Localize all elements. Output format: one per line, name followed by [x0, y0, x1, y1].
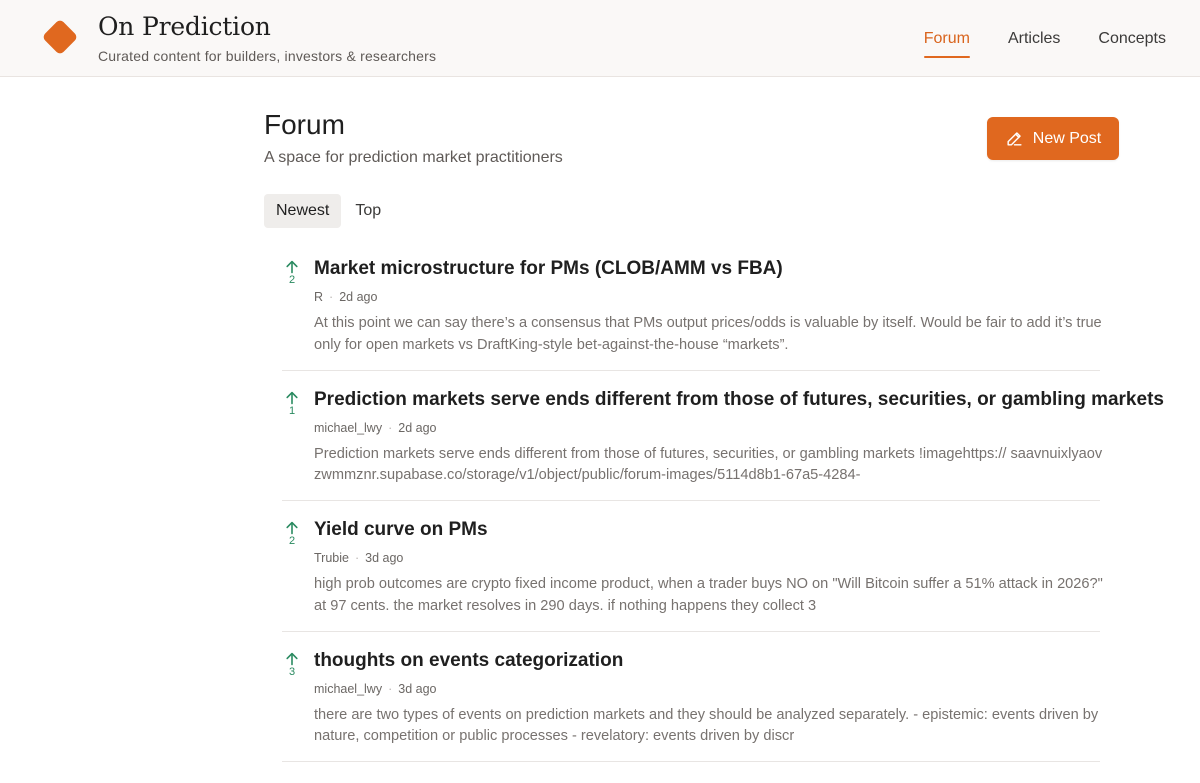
site-header: On Prediction Curated content for builde… — [0, 0, 1200, 77]
post-excerpt: there are two types of events on predict… — [314, 706, 1099, 745]
post-excerpt: Prediction markets serve ends different … — [314, 445, 1103, 484]
tab-top[interactable]: Top — [343, 194, 393, 228]
upvote-button[interactable]: 2 — [282, 260, 302, 287]
post-time: 2d ago — [339, 290, 378, 304]
arrow-up-icon — [286, 652, 298, 665]
diamond-logo-icon[interactable] — [41, 18, 79, 56]
page-subtitle: A space for prediction market practition… — [264, 149, 563, 166]
post-author[interactable]: R — [314, 290, 323, 304]
arrow-up-icon — [286, 391, 298, 404]
post-list: 2 Market microstructure for PMs (CLOB/AM… — [282, 240, 1164, 762]
tab-newest[interactable]: Newest — [264, 194, 342, 228]
post-author[interactable]: Trubie — [314, 551, 349, 565]
vote-count: 2 — [288, 274, 296, 286]
upvote-button[interactable]: 1 — [282, 391, 302, 418]
arrow-up-icon — [286, 260, 298, 274]
nav-item-articles[interactable]: Articles — [1008, 30, 1060, 48]
post-title[interactable]: Market microstructure for PMs (CLOB/AMM … — [314, 258, 783, 280]
post-author[interactable]: michael_lwy — [314, 421, 382, 435]
meta-separator: · — [329, 290, 334, 304]
post-title[interactable]: Prediction markets serve ends different … — [314, 389, 1164, 411]
post-item: 3 thoughts on events categorization mich… — [282, 632, 1100, 762]
post-title[interactable]: Yield curve on PMs — [314, 519, 488, 541]
post-meta: Trubie · 3d ago — [314, 551, 403, 565]
main-nav: Forum Articles Concepts — [923, 30, 1166, 58]
arrow-up-icon — [286, 521, 298, 535]
pencil-icon — [1007, 132, 1022, 146]
new-post-button[interactable]: New Post — [987, 117, 1119, 160]
page-title: Forum — [264, 109, 345, 140]
post-item: 2 Market microstructure for PMs (CLOB/AM… — [282, 240, 1102, 371]
meta-separator: · — [388, 681, 393, 696]
post-item: 1 Prediction markets serve ends differen… — [282, 371, 1164, 501]
post-author[interactable]: michael_lwy — [314, 682, 382, 696]
brand-tagline: Curated content for builders, investors … — [98, 48, 437, 64]
post-excerpt: high prob outcomes are crypto fixed inco… — [314, 576, 1103, 614]
meta-separator: · — [354, 551, 360, 565]
post-excerpt: At this point we can say there’s a conse… — [314, 315, 1102, 353]
vote-count: 2 — [288, 535, 296, 547]
upvote-button[interactable]: 3 — [282, 652, 302, 679]
post-time: 3d ago — [365, 551, 404, 565]
nav-item-forum[interactable]: Forum — [923, 30, 971, 58]
post-meta: R · 2d ago — [314, 290, 377, 304]
vote-count: 3 — [288, 665, 296, 678]
post-item: 2 Yield curve on PMs Trubie · 3d ago high … — [282, 501, 1103, 632]
upvote-button[interactable]: 2 — [282, 521, 302, 548]
meta-separator: · — [388, 420, 393, 435]
nav-item-concepts[interactable]: Concepts — [1098, 30, 1166, 48]
post-time: 2d ago — [398, 420, 437, 435]
post-meta: michael_lwy · 2d ago — [314, 421, 437, 435]
post-time: 3d ago — [398, 681, 437, 696]
brand-title[interactable]: On Prediction — [98, 12, 271, 41]
new-post-label: New Post — [1032, 129, 1102, 147]
post-meta: michael_lwy · 3d ago — [314, 682, 437, 696]
sort-tabs: Newest Top — [264, 194, 393, 228]
vote-count: 1 — [288, 404, 296, 417]
post-title[interactable]: thoughts on events categorization — [314, 650, 623, 672]
